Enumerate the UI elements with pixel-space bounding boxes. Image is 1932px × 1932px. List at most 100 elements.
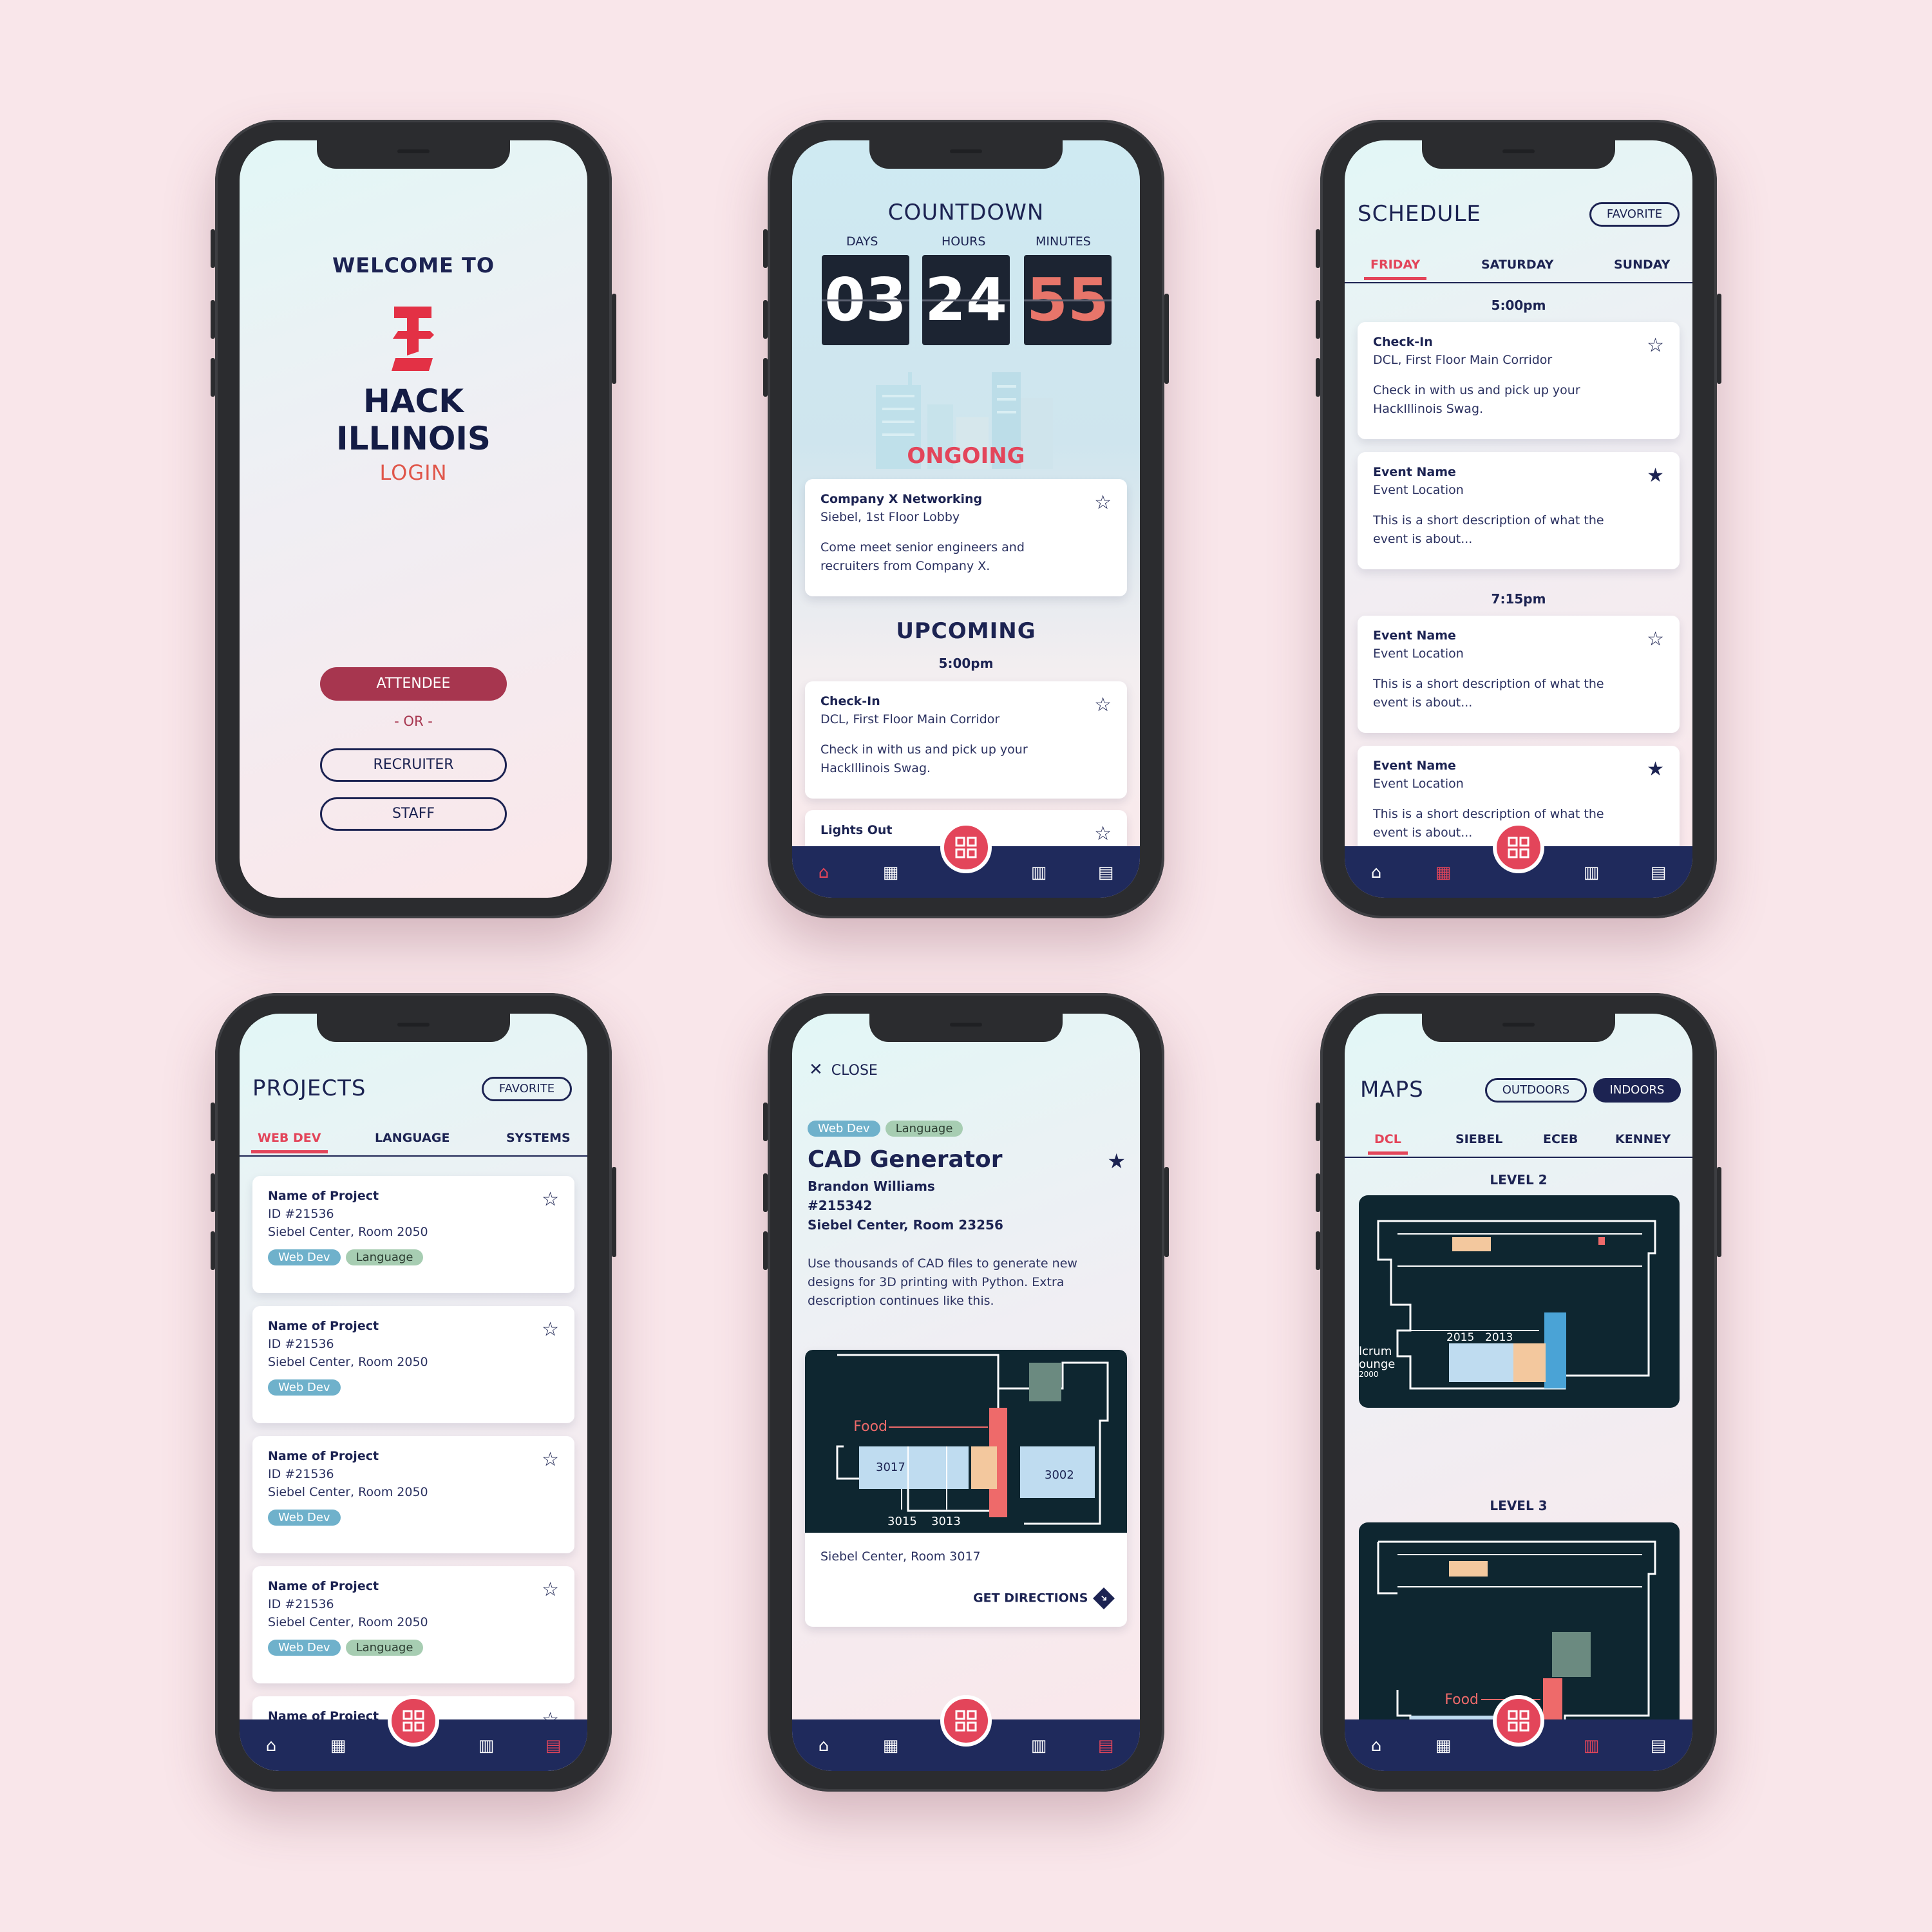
close-label: CLOSE (831, 1063, 878, 1079)
project-author: Brandon Williams (808, 1179, 935, 1194)
recruiter-button[interactable]: RECRUITER (320, 748, 507, 782)
map-label-food: Food (1444, 1692, 1479, 1708)
clipboard-icon[interactable]: ▤ (1649, 863, 1668, 882)
hackillinois-logo (392, 307, 434, 371)
star-outline-icon[interactable]: ☆ (542, 1190, 559, 1209)
home-icon[interactable]: ⌂ (814, 1736, 833, 1756)
calendar-icon[interactable]: ▦ (1434, 863, 1453, 882)
tab-dcl[interactable]: DCL (1368, 1132, 1408, 1155)
star-outline-icon[interactable]: ☆ (1647, 630, 1664, 649)
event-location: Siebel, 1st Floor Lobby (820, 510, 960, 524)
star-filled-icon[interactable]: ★ (1107, 1149, 1126, 1173)
attendee-button[interactable]: ATTENDEE (320, 667, 507, 701)
qr-code-button[interactable] (940, 822, 992, 873)
project-card[interactable]: Name of Project ID #21536 Siebel Center,… (252, 1566, 574, 1683)
ongoing-event-card[interactable]: Company X Networking Siebel, 1st Floor L… (805, 479, 1127, 596)
map-icon[interactable]: ▥ (1029, 1736, 1048, 1756)
qr-code-button[interactable] (1493, 1695, 1544, 1747)
clipboard-icon[interactable]: ▤ (1096, 1736, 1115, 1756)
floor-map[interactable]: Food 3017 3002 3015 3013 (805, 1350, 1127, 1533)
floor-plan-drawing: Food 3017 3002 3015 3013 (836, 1354, 1109, 1528)
tab-systems[interactable]: SYSTEMS (506, 1131, 571, 1145)
project-card[interactable]: Name of Project ID #21536 Siebel Center,… (252, 1176, 574, 1293)
maps-title: MAPS (1360, 1077, 1424, 1103)
get-directions-button[interactable]: GET DIRECTIONS ➜ (973, 1587, 1115, 1609)
star-outline-icon[interactable]: ☆ (1094, 824, 1112, 844)
event-card[interactable]: Check-In DCL, First Floor Main Corridor … (1358, 322, 1680, 439)
notch (317, 1014, 510, 1042)
qr-code-button[interactable] (1493, 822, 1544, 873)
favorite-button[interactable]: FAVORITE (482, 1077, 572, 1101)
home-icon[interactable]: ⌂ (1367, 1736, 1386, 1756)
calendar-icon[interactable]: ▦ (1434, 1736, 1453, 1756)
star-outline-icon[interactable]: ☆ (542, 1450, 559, 1470)
star-outline-icon[interactable]: ☆ (542, 1320, 559, 1340)
star-outline-icon[interactable]: ☆ (1094, 696, 1112, 715)
calendar-icon[interactable]: ▦ (881, 1736, 900, 1756)
tab-siebel[interactable]: SIEBEL (1455, 1132, 1502, 1146)
upcoming-event-card[interactable]: Check-In DCL, First Floor Main Corridor … (805, 681, 1127, 799)
phone-login: WELCOME TO HACK ILLINOIS LOGIN ATTENDEE … (211, 120, 616, 918)
home-icon[interactable]: ⌂ (1367, 863, 1386, 882)
project-card[interactable]: Name of Project ID #21536 Siebel Center,… (252, 1436, 574, 1553)
tab-web-dev[interactable]: WEB DEV (251, 1131, 327, 1153)
indoors-button[interactable]: INDOORS (1593, 1078, 1681, 1103)
tab-friday[interactable]: FRIDAY (1363, 258, 1427, 280)
map-label-3002: 3002 (1045, 1468, 1074, 1482)
tab-saturday[interactable]: SATURDAY (1481, 258, 1553, 272)
home-icon[interactable]: ⌂ (814, 863, 833, 882)
clipboard-icon[interactable]: ▤ (1096, 863, 1115, 882)
event-title: Company X Networking (820, 492, 983, 506)
project-location: Siebel Center, Room 2050 (268, 1225, 428, 1239)
clipboard-icon[interactable]: ▤ (544, 1736, 563, 1756)
login-screen: WELCOME TO HACK ILLINOIS LOGIN ATTENDEE … (240, 140, 587, 898)
tag-web-dev: Web Dev (268, 1510, 341, 1526)
map-icon[interactable]: ▥ (1582, 1736, 1601, 1756)
tag-language: Language (885, 1121, 963, 1137)
project-id: ID #21536 (268, 1337, 334, 1351)
star-filled-icon[interactable]: ★ (1647, 466, 1664, 486)
close-button[interactable]: ✕ CLOSE (809, 1060, 878, 1079)
qr-code-button[interactable] (388, 1695, 439, 1747)
tab-sunday[interactable]: SUNDAY (1614, 258, 1670, 272)
map-icon[interactable]: ▥ (477, 1736, 496, 1756)
event-card[interactable]: Event Name Event Location This is a shor… (1358, 452, 1680, 569)
level-2-map[interactable]: lcrum ounge 2000 2015 2013 (1359, 1195, 1680, 1408)
star-outline-icon[interactable]: ☆ (1647, 336, 1664, 355)
tab-kenney[interactable]: KENNEY (1615, 1132, 1671, 1146)
home-icon[interactable]: ⌂ (261, 1736, 281, 1756)
projects-title: PROJECTS (252, 1075, 366, 1101)
calendar-icon[interactable]: ▦ (881, 863, 900, 882)
clipboard-icon[interactable]: ▤ (1649, 1736, 1668, 1756)
map-label-food: Food (853, 1419, 887, 1435)
countdown-flip-row: 03 24 55 (822, 255, 1112, 345)
project-card[interactable]: Name of Project ID #21536 Siebel Center,… (252, 1306, 574, 1423)
map-icon[interactable]: ▥ (1029, 863, 1048, 882)
brand-line-1: HACK (363, 383, 464, 420)
event-title: Event Name (1373, 759, 1456, 773)
project-name: Name of Project (268, 1319, 379, 1333)
qr-code-icon (955, 837, 977, 858)
upcoming-time: 5:00pm (938, 656, 994, 671)
staff-button[interactable]: STAFF (320, 797, 507, 831)
project-id: ID #21536 (268, 1207, 334, 1221)
project-name: Name of Project (268, 1449, 379, 1463)
event-card[interactable]: Event Name Event Location This is a shor… (1358, 616, 1680, 733)
map-icon[interactable]: ▥ (1582, 863, 1601, 882)
project-description: Use thousands of CAD files to generate n… (808, 1256, 1077, 1308)
tab-language[interactable]: LANGUAGE (375, 1131, 450, 1145)
event-location: DCL, First Floor Main Corridor (1373, 353, 1553, 367)
star-outline-icon[interactable]: ☆ (1094, 493, 1112, 513)
qr-code-button[interactable] (940, 1695, 992, 1747)
outdoors-button[interactable]: OUTDOORS (1485, 1078, 1587, 1103)
calendar-icon[interactable]: ▦ (328, 1736, 348, 1756)
star-outline-icon[interactable]: ☆ (542, 1580, 559, 1600)
event-title: Event Name (1373, 629, 1456, 643)
tab-eceb[interactable]: ECEB (1543, 1132, 1578, 1146)
project-id: ID #21536 (268, 1467, 334, 1481)
event-title: Check-In (820, 694, 880, 708)
favorite-button[interactable]: FAVORITE (1589, 202, 1680, 227)
tag-web-dev: Web Dev (808, 1121, 880, 1137)
qr-code-icon (1508, 837, 1530, 858)
star-filled-icon[interactable]: ★ (1647, 760, 1664, 779)
